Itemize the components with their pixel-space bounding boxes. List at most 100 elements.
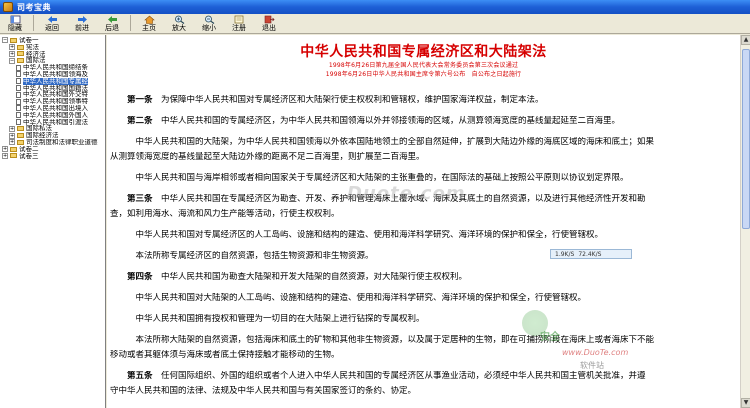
sidebar-item[interactable]: 中华人民共和国国籍法: [0, 85, 105, 92]
paragraph-text: 本法所称专属经济区的自然资源，包括生物资源和非生物资源。: [127, 251, 374, 261]
document-view[interactable]: 中华人民共和国专属经济区和大陆架法 1998年6月26日第九届全国人民代表大会常…: [107, 35, 740, 408]
back-icon: [47, 15, 58, 24]
paragraph-indent: [110, 194, 127, 204]
expand-icon[interactable]: +: [9, 44, 15, 51]
article-number: 第三条: [127, 194, 153, 204]
watermark-line-3: 软件站: [580, 361, 604, 370]
document-paragraph: 从测算领海宽度的基线量起至大陆边外缘的距离不足二百海里，则扩展至二百海里。: [110, 152, 736, 163]
sidebar-item[interactable]: + 经济法: [0, 51, 105, 58]
zoom-out-button[interactable]: 缩小: [194, 13, 224, 33]
paragraph-indent: [110, 137, 127, 147]
sidebar-item[interactable]: 中华人民共和国引渡法: [0, 119, 105, 126]
sidebar-item[interactable]: 中华人民共和国专属经: [0, 77, 105, 85]
expand-icon[interactable]: +: [2, 152, 8, 159]
zoom-out-label: 缩小: [202, 24, 216, 32]
document-paragraph: 第四条 中华人民共和国为勘查大陆架和开发大陆架的自然资源，对大陆架行使主权权利。: [110, 272, 736, 283]
paragraph-indent: [110, 272, 127, 282]
sidebar-item-label: 试卷三: [19, 152, 39, 160]
sidebar-item[interactable]: + 司法制度和法律职业道德: [0, 139, 105, 146]
document-paragraph: 中华人民共和国拥有授权和管理为一切目的在大陆架上进行钻探的专属权利。: [110, 314, 736, 325]
collapse-icon[interactable]: −: [9, 57, 15, 64]
document-icon: [16, 64, 21, 71]
expand-icon[interactable]: +: [9, 125, 15, 132]
sidebar-item[interactable]: 中华人民共和国外国人: [0, 112, 105, 119]
expand-icon[interactable]: +: [9, 132, 15, 139]
paragraph-text: 守中华人民共和国的法律、法规及中华人民共和国与有关国家签订的条约、协定。: [110, 386, 417, 396]
paragraph-indent: [110, 293, 127, 303]
article-number: 第二条: [127, 116, 153, 126]
sidebar-item-label: 国际经济法: [26, 132, 59, 139]
document-paragraph: 查，如利用海水、海流和风力生产能等活动，行使主权权利。: [110, 209, 736, 220]
document-paragraph: 中华人民共和国对大陆架的人工岛屿、设施和结构的建造、使用和海洋科学研究、海洋环境…: [110, 293, 736, 304]
previous-button[interactable]: 后退: [97, 13, 127, 33]
sidebar-item[interactable]: 中华人民共和国领海及: [0, 71, 105, 78]
sidebar-item-label: 中华人民共和国领海及: [23, 70, 88, 78]
sidebar-item[interactable]: + 宪法: [0, 44, 105, 51]
vertical-scrollbar[interactable]: ▲ ▼: [740, 35, 750, 408]
document-paragraph: 本法所称大陆架的自然资源，包括海床和底土的矿物和其他非生物资源，以及属于定居种的…: [110, 335, 736, 346]
collapse-icon[interactable]: −: [2, 37, 8, 44]
window-title: 司考宝典: [17, 2, 51, 12]
sidebar-item[interactable]: + 国际私法: [0, 125, 105, 132]
paragraph-text: 为保障中华人民共和国对专属经济区和大陆架行使主权权利和管辖权，维护国家海洋权益，…: [152, 95, 544, 105]
paragraph-indent: [110, 335, 127, 345]
paragraph-indent: [110, 251, 127, 261]
zoom-in-icon: [174, 15, 185, 24]
document-icon: [16, 91, 21, 98]
folder-icon: [17, 44, 24, 50]
expand-icon[interactable]: +: [9, 139, 15, 146]
paragraph-indent: [110, 314, 127, 324]
paragraph-text: 中华人民共和国的专属经济区，为中华人民共和国领海以外并邻接领海的区域，从测算领海…: [152, 116, 621, 126]
sidebar-item[interactable]: − 国际法: [0, 57, 105, 64]
forward-button[interactable]: 前进: [67, 13, 97, 33]
forward-icon: [77, 15, 88, 24]
paragraph-text: 中华人民共和国与海岸相邻或者相向国家关于专属经济区和大陆架的主张重叠的，在国际法…: [127, 173, 629, 183]
sidebar-item[interactable]: − 试卷一: [0, 37, 105, 44]
expand-icon[interactable]: +: [9, 50, 15, 57]
sidebar-item[interactable]: 中华人民共和国领事特: [0, 98, 105, 105]
scroll-down-icon[interactable]: ▼: [741, 398, 750, 408]
hide-button[interactable]: 隐藏: [0, 13, 30, 33]
hide-icon: [10, 15, 21, 24]
sidebar-item[interactable]: 中华人民共和国外交特: [0, 91, 105, 98]
article-number: 第一条: [127, 95, 153, 105]
previous-label: 后退: [105, 24, 119, 32]
register-label: 注册: [232, 24, 246, 32]
sidebar-item[interactable]: 中华人民共和国缔结条: [0, 64, 105, 71]
back-button[interactable]: 返回: [37, 13, 67, 33]
paragraph-text: 从测算领海宽度的基线量起至大陆边外缘的距离不足二百海里，则扩展至二百海里。: [110, 152, 425, 162]
sidebar-item-label: 司法制度和法律职业道德: [26, 138, 98, 146]
register-button[interactable]: 注册: [224, 13, 254, 33]
document-icon: [16, 118, 21, 125]
sidebar-item[interactable]: + 试卷二: [0, 146, 105, 153]
document-icon: [16, 112, 21, 119]
exit-icon: [264, 15, 275, 24]
back-label: 返回: [45, 24, 59, 32]
zoom-in-label: 放大: [172, 24, 186, 32]
paragraph-text: 中华人民共和国拥有授权和管理为一切目的在大陆架上进行钻探的专属权利。: [127, 314, 425, 324]
document-paragraph: 守中华人民共和国的法律、法规及中华人民共和国与有关国家签订的条约、协定。: [110, 386, 736, 397]
document-icon: [16, 98, 21, 105]
hide-label: 隐藏: [8, 24, 22, 32]
sidebar-tree[interactable]: − 试卷一 + 宪法 + 经济法 − 国际法 中华人民共和国缔结条 中华人民共和国领海及 中华人民共…: [0, 35, 106, 408]
sidebar-item[interactable]: + 试卷三: [0, 153, 105, 160]
title-bar: 司考宝典: [0, 0, 750, 14]
scroll-up-icon[interactable]: ▲: [741, 35, 750, 45]
expand-icon[interactable]: +: [2, 146, 8, 153]
speed-panel[interactable]: 1.9K/S 72.4K/S: [550, 249, 632, 259]
speed-right: 72.4K/S: [578, 250, 602, 258]
article-number: 第五条: [127, 371, 153, 381]
sidebar-item[interactable]: 中华人民共和国出境入: [0, 105, 105, 112]
home-button[interactable]: 主页: [134, 13, 164, 33]
document-paragraph: 第五条 任何国际组织、外国的组织或者个人进入中华人民共和国的专属经济区从事渔业活…: [110, 371, 736, 382]
sidebar-item[interactable]: + 国际经济法: [0, 132, 105, 139]
folder-icon: [10, 37, 17, 43]
zoom-in-button[interactable]: 放大: [164, 13, 194, 33]
exit-button[interactable]: 退出: [254, 13, 284, 33]
document-paragraph: 移动或者其躯体须与海床或者底土保持接触才能移动的生物。: [110, 350, 736, 361]
home-icon: [143, 15, 155, 24]
bottom-watermark: 安全 www.DuoTe.com 软件站: [540, 328, 635, 373]
sidebar-item-label: 中华人民共和国出境入: [23, 104, 88, 112]
scroll-thumb[interactable]: [742, 49, 750, 229]
folder-icon: [17, 139, 24, 145]
